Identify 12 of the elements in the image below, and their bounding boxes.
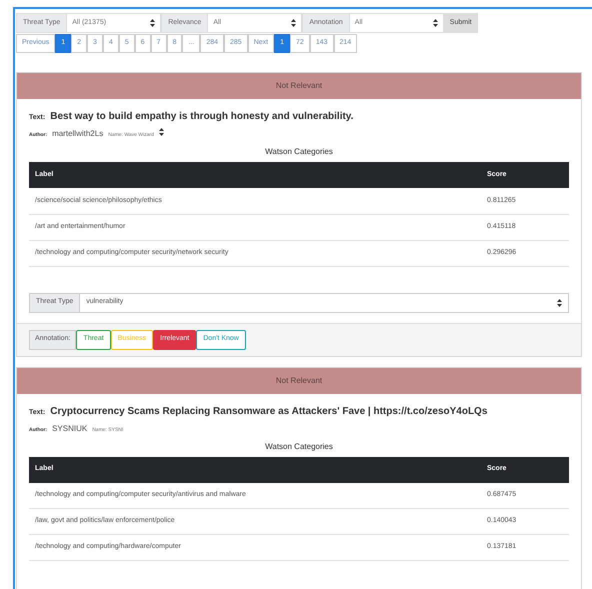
post-text: Cryptocurrency Scams Replacing Ransomware as Attackers' Fave | https://t.co/zesoY4oLQs bbox=[50, 404, 488, 418]
select-arrows-icon bbox=[150, 19, 156, 27]
select-arrows-icon bbox=[432, 19, 438, 27]
post-text: Best way to build empathy is through honesty and vulnerability. bbox=[50, 110, 354, 124]
categories-title: Watson Categories bbox=[264, 146, 334, 158]
status-header: Not Relevant bbox=[17, 368, 581, 394]
author-name: martellwith2Ls bbox=[52, 128, 104, 140]
author-name: SYSNIUK bbox=[52, 422, 88, 434]
status-header: Not Relevant bbox=[17, 73, 581, 99]
categories-title: Watson Categories bbox=[264, 440, 334, 452]
select-arrows-icon bbox=[291, 19, 296, 27]
select-arrows-icon bbox=[557, 298, 562, 306]
